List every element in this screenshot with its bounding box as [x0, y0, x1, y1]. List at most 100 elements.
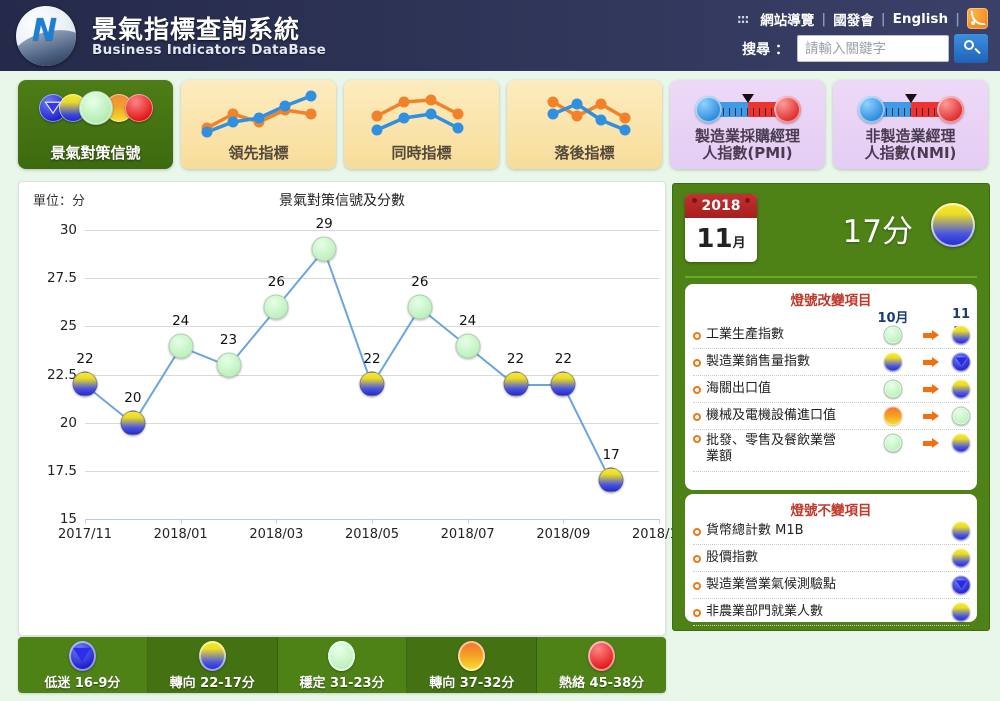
tab-label: 落後指標	[554, 143, 615, 162]
tab-pmi[interactable]: 製造業採購經理 人指數(PMI)	[670, 80, 825, 169]
tab-nmi[interactable]: 非製造業經理 人指數(NMI)	[833, 80, 988, 169]
search-label: 搜尋 ：	[742, 41, 789, 58]
signal-icon	[951, 521, 971, 541]
signal-icon	[951, 602, 971, 622]
tab-business-signal[interactable]: 景氣對策信號	[18, 80, 173, 169]
tab-label-line1: 非製造業經理	[865, 126, 956, 145]
data-point-label: 22	[76, 351, 94, 368]
y-axis-tick-label: 17.5	[46, 462, 77, 479]
legend-label: 穩定 31-23分	[299, 676, 385, 691]
thermometer-icon	[857, 94, 964, 124]
changed-signals-card: 燈號改變項目 10月 11月 工業生產指數製造業銷售量指數海關出口值機械及電機設…	[685, 284, 977, 490]
bullet-icon	[693, 609, 701, 617]
data-point-marker[interactable]	[120, 410, 146, 436]
arrow-right-icon	[923, 438, 939, 448]
bullet-icon	[693, 359, 701, 367]
changed-signal-row: 海關出口值	[693, 376, 971, 403]
legend-cell: 轉向 22-17分	[147, 637, 278, 693]
calendar-month: 11月	[685, 218, 757, 262]
thermometer-pointer-icon	[904, 94, 917, 103]
changed-signal-name: 海關出口值	[706, 380, 772, 396]
unchanged-signals-list: 貨幣總計數 M1B 股價指數 製造業營業氣候測驗點 非農業部門就業人數	[685, 518, 977, 626]
unchanged-signal-row: 非農業部門就業人數	[693, 599, 971, 626]
thermometer-icon	[694, 94, 801, 124]
data-point-marker[interactable]	[455, 333, 481, 359]
y-axis-tick-label: 22.5	[46, 366, 77, 383]
calendar-month-number: 11	[696, 224, 733, 254]
data-point-label: 22	[506, 351, 525, 368]
legend-signal-icon	[198, 641, 226, 671]
rss-icon[interactable]	[967, 8, 988, 29]
triangle-down-icon	[955, 579, 967, 589]
legend-cell: 熱絡 45-38分	[537, 637, 666, 693]
tab-label-line2: 人指數(PMI)	[702, 143, 793, 162]
nav-item-english[interactable]: English	[886, 11, 955, 27]
data-point-marker[interactable]	[216, 352, 241, 378]
x-axis-tick-label: 2018/09	[536, 527, 591, 542]
signal-red-icon	[124, 94, 153, 122]
thermometer-bulb-left	[857, 96, 885, 123]
falling-lines-icon	[547, 96, 631, 136]
previous-month-signal-icon	[883, 433, 903, 453]
nav-item-ndc[interactable]: 國發會	[826, 9, 881, 29]
x-axis-tick	[467, 519, 469, 524]
tab-label: 領先指標	[228, 143, 289, 162]
data-point-label: 29	[315, 216, 333, 233]
data-point-marker[interactable]	[359, 371, 385, 397]
tab-leading-indicator[interactable]: 領先指標	[181, 80, 336, 169]
thermometer-bulb-left	[694, 96, 722, 123]
y-axis-tick-label: 20	[59, 414, 77, 431]
site-title: 景氣指標查詢系統	[92, 15, 301, 44]
legend-signal-icon	[458, 641, 486, 671]
data-point-marker[interactable]	[550, 371, 576, 397]
top-navigation: ::: 網站導覽 | 國發會 | English |	[737, 8, 988, 29]
data-point-marker[interactable]	[168, 333, 194, 359]
rising-lines-icon	[201, 90, 317, 138]
data-point-marker[interactable]	[263, 294, 289, 320]
data-point-marker[interactable]	[407, 294, 433, 320]
signal-legend: 低迷 16-9分 轉向 22-17分 穩定 31-23分 轉向 37-32分 熱絡 45…	[18, 637, 666, 693]
data-point-marker[interactable]	[72, 371, 98, 397]
site-logo[interactable]: N	[16, 6, 76, 66]
tab-coincident-indicator[interactable]: 同時指標	[344, 80, 499, 169]
summary-panel: 2018 11月 17分 燈號改變項目 10月 11月 工業生產指數製造業銷售量…	[672, 183, 990, 631]
data-point-marker[interactable]	[311, 236, 337, 262]
search-input[interactable]	[797, 35, 949, 62]
nav-item-sitemap[interactable]: 網站導覽	[753, 9, 821, 29]
bullet-icon	[693, 528, 701, 536]
x-axis-tick	[276, 519, 278, 524]
x-axis-tick-label: 2018/03	[249, 527, 304, 542]
changed-signal-name: 機械及電機設備進口值	[706, 407, 837, 423]
data-point-marker[interactable]	[503, 371, 528, 397]
bullet-icon	[693, 435, 701, 443]
data-point-label: 23	[219, 331, 238, 348]
data-point-marker[interactable]	[598, 467, 624, 493]
x-axis-tick	[372, 519, 373, 524]
legend-label: 轉向 37-32分	[429, 676, 515, 691]
calendar-month-unit: 月	[732, 236, 746, 251]
x-axis-tick	[85, 519, 86, 524]
peak-lines-icon	[371, 94, 464, 136]
legend-cell: 穩定 31-23分	[277, 637, 408, 693]
unchanged-signal-row: 製造業營業氣候測驗點	[693, 572, 971, 599]
previous-month-signal-icon	[883, 352, 903, 372]
panel-divider	[685, 276, 977, 278]
changed-signals-list: 工業生產指數 製造業銷售量指數 海關出口值 機械及電機設備進口值 批發、零售及餐飲業營業…	[685, 322, 977, 472]
search-button[interactable]	[954, 34, 988, 63]
x-axis-tick-label: 2018/05	[344, 527, 400, 542]
tab-label-line2: 人指數(NMI)	[864, 143, 957, 162]
page-root: N 景氣指標查詢系統 Business Indicators DataBase …	[0, 0, 1000, 701]
changed-signal-row: 機械及電機設備進口值	[693, 403, 971, 430]
legend-signal-icon	[588, 641, 616, 671]
tab-lagging-indicator[interactable]: 落後指標	[507, 80, 662, 169]
chart-line-segment	[562, 384, 613, 482]
signal-icon	[951, 575, 971, 595]
data-point-label: 20	[124, 389, 142, 406]
x-axis-tick	[563, 519, 565, 524]
unchanged-signal-name: 貨幣總計數 M1B	[706, 522, 804, 538]
data-point-label: 24	[172, 312, 190, 329]
y-axis-tick-label: 15	[59, 511, 77, 527]
grid-line	[85, 470, 659, 472]
thermometer-bulb-right	[773, 96, 801, 123]
data-point-label: 26	[411, 274, 429, 291]
